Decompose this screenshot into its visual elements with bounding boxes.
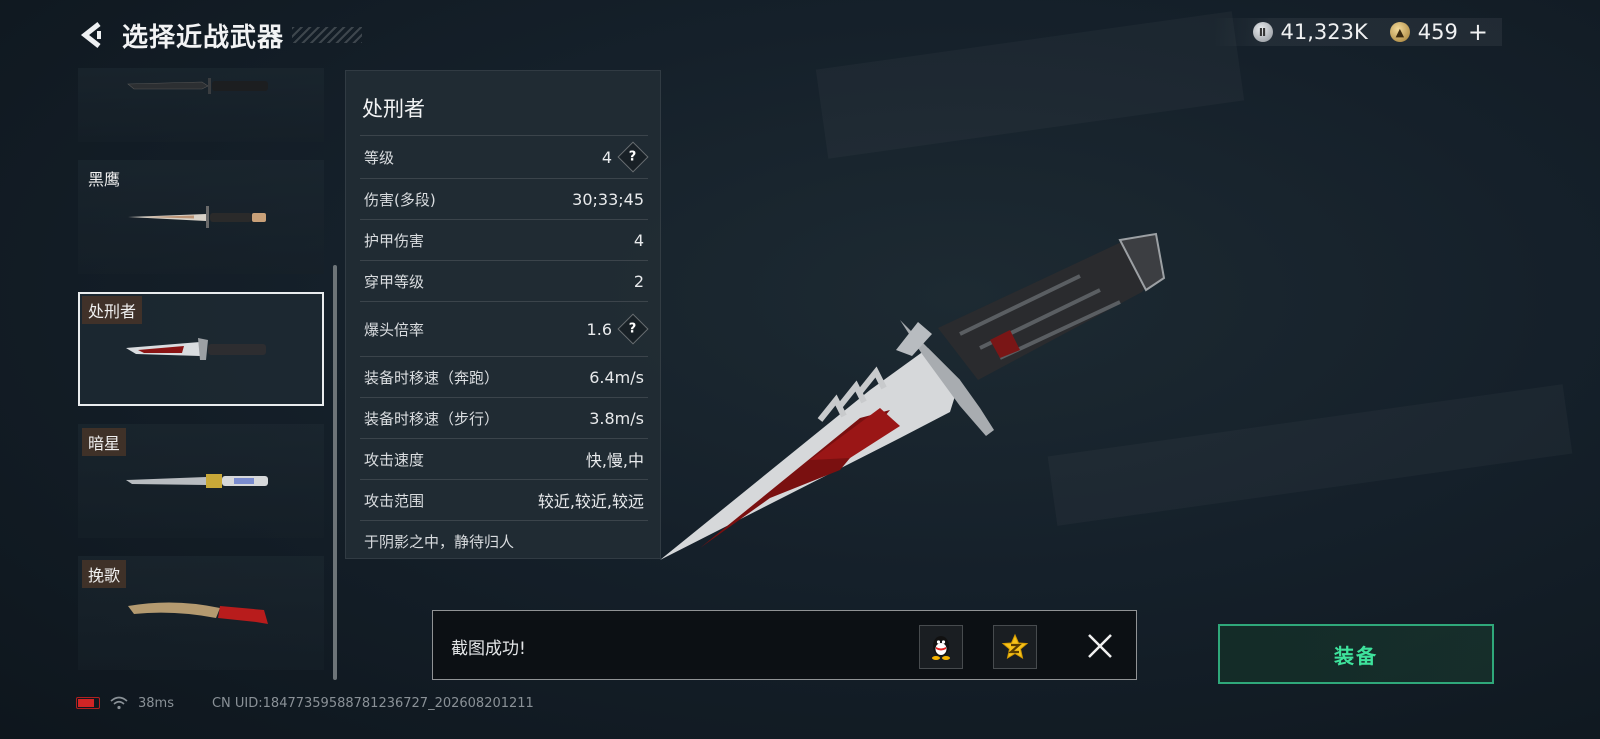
- stat-row-walk-speed: 装备时移速（步行） 3.8m/s: [360, 397, 648, 438]
- stat-value: 2: [633, 271, 644, 291]
- currency-bar: Ⅱ 41,323K ▲ 459 +: [1212, 18, 1502, 46]
- close-icon[interactable]: [1087, 633, 1113, 659]
- stat-label: 装备时移速（奔跑）: [364, 368, 500, 387]
- weapon-list[interactable]: 黑鹰 处刑者 暗星 挽歌: [78, 68, 324, 670]
- weapon-title: 处刑者: [362, 97, 425, 121]
- gold-amount: 459: [1417, 20, 1458, 44]
- stat-row-level: 等级 4 ?: [360, 135, 649, 178]
- stat-label: 装备时移速（步行）: [364, 409, 500, 428]
- share-qzone-button[interactable]: [993, 625, 1037, 669]
- help-icon[interactable]: ?: [617, 313, 649, 345]
- flavor-text: 于阴影之中，静待归人: [360, 520, 648, 552]
- stat-row-armor-damage: 护甲伤害 4: [360, 219, 648, 260]
- stat-row-run-speed: 装备时移速（奔跑） 6.4m/s: [360, 356, 648, 397]
- stat-row-damage: 伤害(多段) 30;33;45: [360, 178, 648, 219]
- screenshot-toast: 截图成功!: [432, 610, 1137, 680]
- stat-row-penetration: 穿甲等级 2: [360, 260, 648, 301]
- chuxingzhe-knife-icon: [126, 338, 266, 360]
- weapon-name: 处刑者: [82, 296, 143, 324]
- selected-knife-render: [660, 232, 1166, 560]
- qzone-star-icon: [1001, 633, 1029, 660]
- weapon-item-anxing[interactable]: 暗星: [78, 424, 324, 538]
- stat-label: 等级: [364, 148, 395, 167]
- weapon-name: 黑鹰: [88, 170, 121, 189]
- status-bar: 38ms CN UID:1847735958878123672​7_202608…: [76, 693, 534, 713]
- stat-value: 30;33;45: [572, 189, 644, 209]
- weapon-name: 挽歌: [82, 560, 127, 588]
- weapon-item-wange[interactable]: 挽歌: [78, 556, 324, 670]
- qq-penguin-icon: [932, 636, 950, 660]
- weapon-details-panel: 处刑者 等级 4 ? 伤害(多段) 30;33;45 护甲伤害 4 穿甲等级 2…: [345, 70, 661, 559]
- combat-knife-icon: [127, 78, 268, 94]
- stat-value: 4: [601, 147, 612, 167]
- toast-message: 截图成功!: [451, 639, 526, 659]
- wifi-icon: [110, 696, 128, 710]
- page-header: 选择近战武器: [78, 18, 363, 53]
- stat-row-attack-speed: 攻击速度 快,慢,中: [360, 438, 648, 479]
- stats-table: 等级 4 ? 伤害(多段) 30;33;45 护甲伤害 4 穿甲等级 2 爆头倍…: [360, 135, 649, 552]
- stat-row-attack-range: 攻击范围 较近,较近,较远: [360, 479, 648, 520]
- weapon-item-chuxingzhe[interactable]: 处刑者: [78, 292, 324, 406]
- gold-coin-icon: ▲: [1389, 22, 1410, 42]
- silver-coin-icon: Ⅱ: [1252, 22, 1273, 42]
- stat-value: 3.8m/s: [589, 408, 644, 428]
- stat-row-headshot: 爆头倍率 1.6 ?: [360, 301, 649, 356]
- stat-label: 护甲伤害: [364, 231, 425, 250]
- weapon-list-scrollbar[interactable]: [333, 265, 337, 680]
- stat-label: 攻击速度: [364, 450, 425, 469]
- stat-label: 穿甲等级: [364, 272, 425, 291]
- weapon-item-heiying[interactable]: 黑鹰: [78, 160, 324, 274]
- silver-amount: 41,323K: [1280, 20, 1368, 44]
- battery-icon: [76, 697, 100, 709]
- stat-label: 爆头倍率: [364, 320, 425, 339]
- help-icon[interactable]: ?: [617, 141, 649, 173]
- stat-label: 伤害(多段): [364, 190, 436, 209]
- ping-value: 38ms: [138, 695, 174, 711]
- share-qq-button[interactable]: [919, 625, 963, 669]
- title-stripes-decoration: [292, 27, 363, 43]
- anxing-knife-icon: [126, 474, 268, 488]
- stat-value: 6.4m/s: [589, 367, 644, 387]
- back-button[interactable]: [78, 21, 106, 49]
- weapon-name: 暗星: [82, 428, 127, 456]
- back-arrow-icon: [80, 22, 101, 48]
- wange-knife-icon: [128, 602, 268, 624]
- stat-value: 较近,较近,较远: [537, 492, 644, 511]
- heiying-knife-icon: [128, 206, 266, 228]
- weapon-item-combat-knife[interactable]: [78, 68, 324, 142]
- background-streak: [816, 11, 1244, 159]
- stat-value: 快,慢,中: [585, 451, 644, 470]
- stat-label: 攻击范围: [364, 491, 425, 510]
- stat-value: 4: [633, 230, 644, 250]
- add-currency-button[interactable]: +: [1468, 18, 1488, 46]
- page-title: 选择近战武器: [122, 22, 285, 53]
- stat-value: 1.6: [586, 319, 612, 339]
- equip-button[interactable]: 装备: [1218, 624, 1494, 684]
- user-uid: CN UID:1847735958878123672​7_20260820121…: [211, 695, 534, 711]
